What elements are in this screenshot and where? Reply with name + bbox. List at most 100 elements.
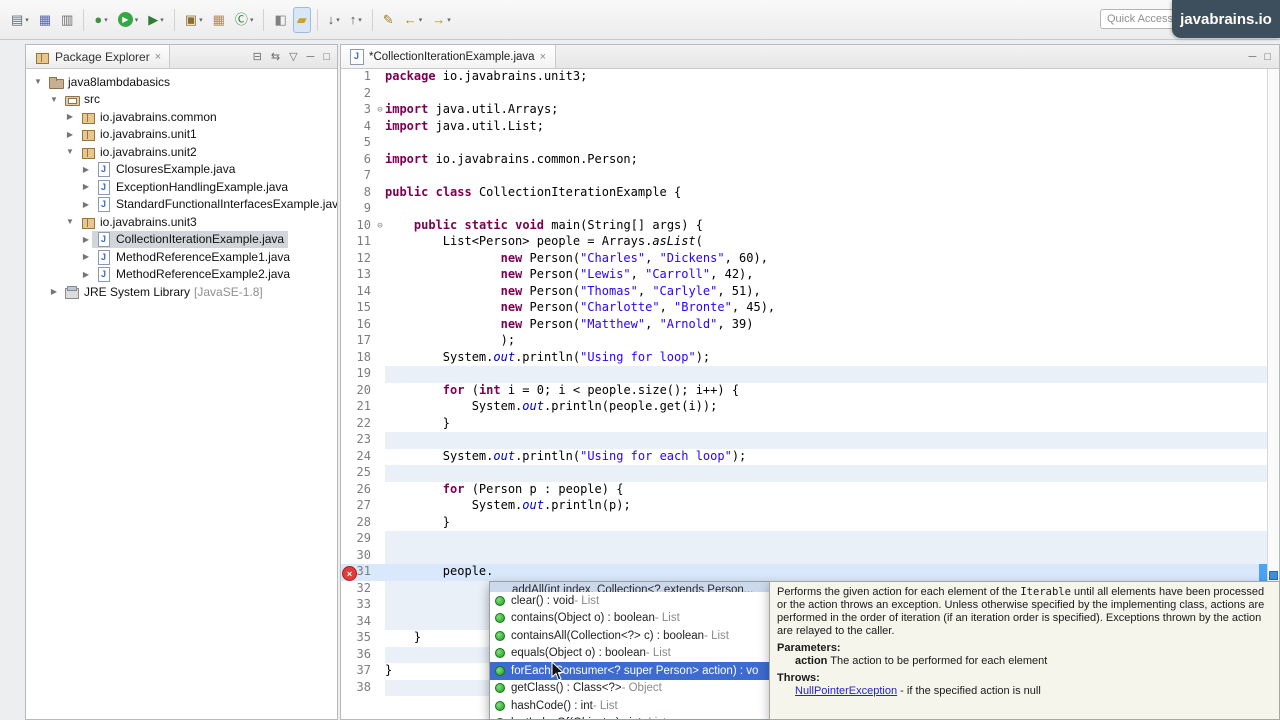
java-file-icon (350, 49, 364, 65)
dropdown-arrow-icon: ▾ (104, 16, 108, 24)
fold-collapse-icon[interactable]: ⊖ (375, 102, 385, 119)
print-icon[interactable]: ▥ (57, 7, 77, 33)
code-line: 22 } (341, 416, 1268, 433)
expander-icon[interactable]: ▶ (80, 200, 92, 209)
tree-item[interactable]: ▶ StandardFunctionalInterfacesExample.jav… (26, 196, 337, 214)
mark-occurrences-icon[interactable]: ▰ (293, 7, 311, 33)
new-java-class-icon[interactable]: Ⓒ▾ (231, 7, 258, 33)
new-java-package-icon[interactable]: ▦ (209, 7, 229, 33)
tree-item[interactable]: ▶MethodReferenceExample2.java (26, 266, 337, 284)
new-wizard-icon[interactable]: ▤▾ (7, 7, 33, 33)
tree-item-body: JRE System Library [JavaSE-1.8] (60, 283, 267, 300)
code-text: } (385, 663, 392, 680)
code-line: 19 (341, 366, 1268, 383)
expander-icon[interactable]: ▶ (80, 182, 92, 191)
run-glyph: ▶ (118, 12, 133, 27)
code-line: 31 people. (341, 564, 1268, 581)
code-text: new Person("Lewis", "Carroll", 42), (385, 267, 754, 284)
method-signature: equals(Object o) : boolean (511, 647, 646, 659)
code-text: import io.javabrains.common.Person; (385, 152, 638, 169)
code-text: new Person("Charles", "Dickens", 60), (385, 251, 768, 268)
tree-item[interactable]: ▼java8lambdabasics (26, 73, 337, 91)
code-line: 30 (341, 548, 1268, 565)
expander-icon[interactable]: ▶ (80, 252, 92, 261)
autocomplete-item[interactable]: lastIndexOf(Object o) : int - List (490, 715, 770, 720)
autocomplete-item[interactable]: clear() : void - List (490, 592, 770, 610)
new-java-project-glyph: ▣ (185, 13, 197, 26)
package-explorer-view-tab[interactable]: Package Explorer × (26, 45, 170, 68)
minimize-editor-icon[interactable]: ─ (1249, 51, 1257, 63)
open-search-icon[interactable]: ◧ (270, 7, 290, 33)
toolbar-separator (174, 9, 175, 31)
editor-tab[interactable]: *CollectionIterationExample.java × (341, 45, 556, 68)
expander-icon[interactable]: ▼ (64, 217, 76, 226)
new-java-project-icon[interactable]: ▣▾ (181, 7, 207, 33)
run-icon[interactable]: ▶▾ (114, 7, 143, 33)
nullpointerexception-link[interactable]: NullPointerException (795, 685, 897, 697)
error-marker-icon[interactable]: × (342, 566, 357, 581)
code-line: 18 System.out.println("Using for loop"); (341, 350, 1268, 367)
code-line: 26 for (Person p : people) { (341, 482, 1268, 499)
line-number: 27 (341, 498, 375, 515)
expander-icon[interactable]: ▶ (80, 165, 92, 174)
line-number: 11 (341, 234, 375, 251)
expander-icon[interactable]: ▼ (64, 147, 76, 156)
expander-icon[interactable]: ▶ (64, 112, 76, 121)
tree-item[interactable]: ▶io.javabrains.common (26, 108, 337, 126)
code-line: 14 new Person("Thomas", "Carlyle", 51), (341, 284, 1268, 301)
code-text: new Person("Matthew", "Arnold", 39) (385, 317, 753, 334)
autocomplete-item[interactable]: getClass() : Class<?> - Object (490, 680, 770, 698)
tree-item[interactable]: ▶JRE System Library [JavaSE-1.8] (26, 283, 337, 301)
tree-item[interactable]: ▶MethodReferenceExample1.java (26, 248, 337, 266)
tree-item[interactable]: ▶ClosuresExample.java (26, 161, 337, 179)
dropdown-arrow-icon: ▾ (358, 16, 362, 24)
declaring-type: - List (655, 612, 680, 624)
expander-icon[interactable]: ▼ (32, 77, 44, 86)
close-view-icon[interactable]: × (155, 51, 161, 63)
expander-icon[interactable]: ▶ (80, 270, 92, 279)
code-text: package io.javabrains.unit3; (385, 69, 587, 86)
autocomplete-item[interactable]: contains(Object o) : boolean - List (490, 610, 770, 628)
editor-tab-bar: *CollectionIterationExample.java × ─ □ (341, 45, 1279, 69)
expander-icon[interactable]: ▶ (64, 130, 76, 139)
maximize-editor-icon[interactable]: □ (1264, 51, 1271, 63)
run-external-tools-icon[interactable]: ▶▾ (144, 7, 168, 33)
autocomplete-item[interactable]: equals(Object o) : boolean - List (490, 645, 770, 663)
close-tab-icon[interactable]: × (540, 51, 546, 63)
line-number: 32 (341, 581, 375, 598)
next-annotation-icon[interactable]: ↓▾ (324, 7, 344, 33)
expander-icon[interactable]: ▶ (48, 287, 60, 296)
tree-item-label: StandardFunctionalInterfacesExample.java (116, 197, 338, 211)
code-text: ); (385, 333, 515, 350)
package-icon (80, 126, 96, 142)
tree-item[interactable]: ▶io.javabrains.unit1 (26, 126, 337, 144)
previous-annotation-icon[interactable]: ↑▾ (346, 7, 366, 33)
collapse-all-icon[interactable]: ⊟ (253, 50, 262, 63)
save-icon[interactable]: ▦ (35, 7, 55, 33)
autocomplete-partial-item[interactable]: addAll(int index, Collection<? extends P… (490, 582, 770, 592)
code-text: System.out.println("Using for each loop"… (385, 449, 746, 466)
code-text: List<Person> people = Arrays.asList( (385, 234, 703, 251)
last-edit-location-icon[interactable]: ✎ (379, 7, 398, 33)
maximize-view-icon[interactable]: □ (323, 51, 330, 63)
line-number: 3 (341, 102, 375, 119)
tree-item[interactable]: ▶CollectionIterationExample.java (26, 231, 337, 249)
tree-item[interactable]: ▶ExceptionHandlingExample.java (26, 178, 337, 196)
view-menu-icon[interactable]: ▽ (289, 50, 297, 63)
tree-item-body: StandardFunctionalInterfacesExample.java (92, 196, 338, 213)
expander-icon[interactable]: ▶ (80, 235, 92, 244)
autocomplete-item[interactable]: hashCode() : int - List (490, 697, 770, 715)
debug-icon[interactable]: ●▾ (90, 7, 111, 33)
autocomplete-item[interactable]: containsAll(Collection<?> c) : boolean -… (490, 627, 770, 645)
tree-item[interactable]: ▼io.javabrains.unit2 (26, 143, 337, 161)
tree-item[interactable]: ▼src (26, 91, 337, 109)
expander-icon[interactable]: ▼ (48, 95, 60, 104)
back-icon[interactable]: ←▾ (400, 7, 427, 33)
autocomplete-item[interactable]: forEach(Consumer<? super Person> action)… (490, 662, 770, 680)
code-line: 20 for (int i = 0; i < people.size(); i+… (341, 383, 1268, 400)
link-with-editor-icon[interactable]: ⇆ (271, 50, 280, 63)
fold-collapse-icon[interactable]: ⊖ (375, 218, 385, 235)
minimize-view-icon[interactable]: ─ (307, 51, 315, 63)
forward-icon[interactable]: →▾ (428, 7, 455, 33)
tree-item[interactable]: ▼io.javabrains.unit3 (26, 213, 337, 231)
